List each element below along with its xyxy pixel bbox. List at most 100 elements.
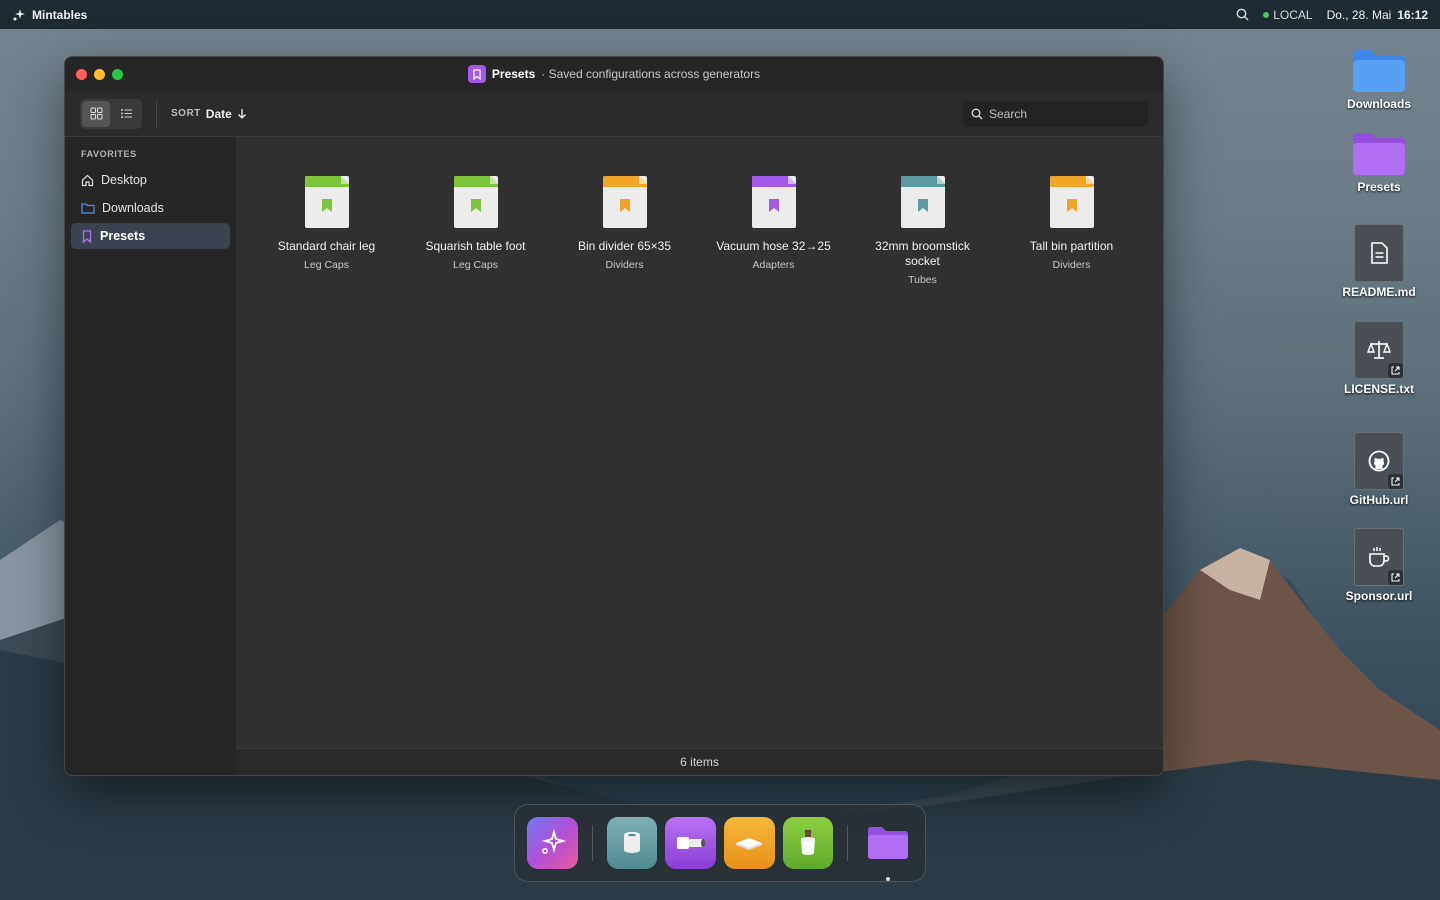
search-icon[interactable] <box>1236 8 1249 21</box>
file-item[interactable]: 32mm broomstick socket Tubes <box>848 175 997 286</box>
preset-file-icon <box>453 175 499 229</box>
leg-cap-icon <box>800 830 815 855</box>
close-button[interactable] <box>76 68 87 80</box>
grid-icon <box>90 107 102 120</box>
file-name: Vacuum hose 32→25 <box>716 239 831 253</box>
arrow-down-icon <box>237 109 246 119</box>
desktop-icon-downloads[interactable]: Downloads <box>1339 48 1419 110</box>
window-title: Presets <box>491 67 536 81</box>
divider-icon <box>736 838 763 850</box>
folder-icon <box>1353 50 1405 92</box>
file-category: Leg Caps <box>453 259 498 271</box>
search-box <box>963 100 1148 127</box>
desktop-icon-github[interactable]: GitHub.url <box>1339 432 1419 506</box>
sort-value: Date <box>205 106 232 121</box>
sparkle-icon <box>13 8 25 20</box>
hose-adapter-icon <box>676 837 705 849</box>
home-icon <box>81 174 94 186</box>
clock-date: Do., 28. Mai <box>1326 7 1392 22</box>
search-input[interactable] <box>989 106 1139 121</box>
file-browser: Standard chair leg Leg Caps Squarish tab… <box>236 137 1163 775</box>
file-grid: Standard chair leg Leg Caps Squarish tab… <box>236 137 1163 286</box>
dock <box>514 804 926 882</box>
desktop-icon-label: Downloads <box>1346 97 1411 111</box>
desktop-icon-label: GitHub.url <box>1349 493 1409 507</box>
menubar: Mintables LOCAL Do., 28. Mai 16:12 <box>0 0 1440 29</box>
sidebar-section-favorites: FAVORITES <box>81 149 137 159</box>
file-name: Standard chair leg <box>277 239 376 253</box>
desktop-icon-label: README.md <box>1342 285 1416 299</box>
file-category: Adapters <box>752 259 795 271</box>
shortcut-icon <box>1388 474 1403 489</box>
file-tile <box>1354 432 1404 490</box>
dock-files-app[interactable] <box>862 817 913 881</box>
app-name: Mintables <box>32 7 88 22</box>
sidebar-item-label: Desktop <box>101 173 147 187</box>
sort-button[interactable]: SORT Date <box>171 107 247 121</box>
dock-tube-app[interactable] <box>606 817 658 869</box>
toolbar: SORT Date <box>65 91 1163 137</box>
dock-divider-app[interactable] <box>723 817 775 869</box>
sidebar-item-label: Downloads <box>102 201 164 215</box>
item-count: 6 items <box>680 755 719 769</box>
list-view-button[interactable] <box>112 101 140 127</box>
desktop-icon-presets[interactable]: Presets <box>1339 131 1419 193</box>
status-dot <box>1263 11 1270 18</box>
desktop-icon-license[interactable]: LICENSE.txt <box>1339 321 1419 395</box>
file-item[interactable]: Standard chair leg Leg Caps <box>252 175 401 286</box>
folder-icon <box>867 827 908 859</box>
file-name: 32mm broomstick socket <box>875 239 970 268</box>
grid-view-button[interactable] <box>82 100 110 127</box>
sidebar-item-downloads[interactable]: Downloads <box>71 195 230 221</box>
status-bar: 6 items <box>236 748 1163 775</box>
file-tile <box>1354 224 1404 282</box>
preset-file-icon <box>1049 175 1095 229</box>
status-label: LOCAL <box>1273 7 1313 22</box>
file-name: Squarish table foot <box>425 239 526 253</box>
desktop-icon-label: LICENSE.txt <box>1343 382 1414 396</box>
file-name: Bin divider 65×35 <box>577 239 672 253</box>
presets-window: Presets · Saved configurations across ge… <box>64 56 1164 776</box>
document-icon <box>1371 242 1388 264</box>
file-tile <box>1354 528 1404 586</box>
preset-file-icon <box>602 175 648 229</box>
coffee-icon <box>1369 547 1390 567</box>
desktop-icon-sponsor[interactable]: Sponsor.url <box>1339 528 1419 602</box>
dock-hose-app[interactable] <box>665 817 716 869</box>
bookmark-icon <box>82 229 92 243</box>
github-icon <box>1368 450 1390 472</box>
folder-icon <box>1353 133 1405 175</box>
file-category: Dividers <box>605 259 644 271</box>
search-icon <box>971 108 983 119</box>
preset-file-icon <box>304 175 350 229</box>
window-subtitle: · Saved configurations across generators <box>541 67 761 81</box>
preset-file-icon <box>900 175 946 229</box>
file-category: Tubes <box>908 274 937 286</box>
running-indicator <box>885 877 890 881</box>
app-menu[interactable]: Mintables <box>12 8 87 22</box>
dock-mintables-app[interactable] <box>527 817 578 869</box>
sort-label: SORT <box>171 108 201 119</box>
shortcut-icon <box>1388 363 1403 378</box>
minimize-button[interactable] <box>94 68 105 80</box>
sidebar-item-label: Presets <box>100 229 146 243</box>
zoom-button[interactable] <box>112 68 123 80</box>
file-item[interactable]: Bin divider 65×35 Dividers <box>550 175 699 286</box>
desktop-icon-readme[interactable]: README.md <box>1339 224 1419 298</box>
file-name: Tall bin partition <box>1029 239 1114 253</box>
file-item[interactable]: Vacuum hose 32→25 Adapters <box>699 175 848 286</box>
sidebar-item-presets[interactable]: Presets <box>71 223 230 249</box>
preset-file-icon <box>751 175 797 229</box>
sidebar-item-desktop[interactable]: Desktop <box>71 167 230 193</box>
file-item[interactable]: Tall bin partition Dividers <box>997 175 1146 286</box>
file-tile <box>1354 321 1404 379</box>
desktop-icon-label: Presets <box>1357 180 1401 194</box>
sparkle-icon <box>542 829 567 854</box>
titlebar[interactable]: Presets · Saved configurations across ge… <box>65 57 1163 91</box>
shortcut-icon <box>1388 570 1403 585</box>
list-icon <box>120 109 132 118</box>
scale-icon <box>1367 341 1391 359</box>
folder-icon <box>81 203 95 214</box>
file-item[interactable]: Squarish table foot Leg Caps <box>401 175 550 286</box>
dock-leg-cap-app[interactable] <box>782 817 834 869</box>
